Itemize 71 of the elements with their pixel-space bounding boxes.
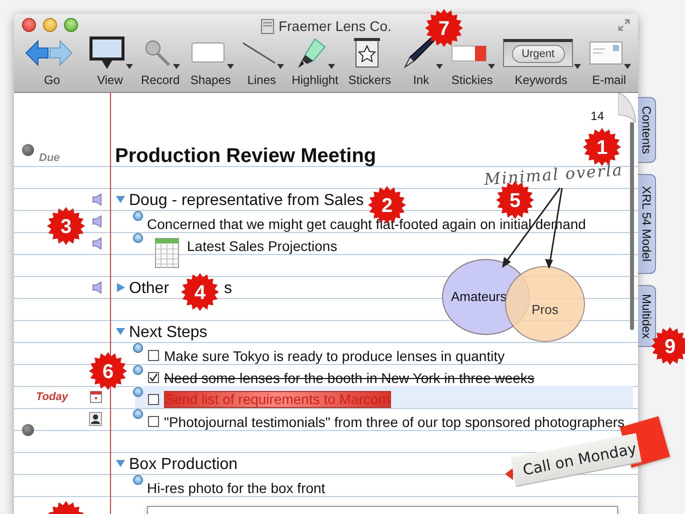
speaker-icon[interactable] <box>92 214 102 228</box>
window-title: Fraemer Lens Co. <box>278 18 392 34</box>
todo-text: "Photojournal testimonials" from three of our top sponsored photographers <box>164 415 625 430</box>
page-title: Production Review Meeting <box>115 146 376 166</box>
line-icon <box>242 42 276 64</box>
note-text: Hi-res photo for the box front <box>147 481 326 496</box>
numbered-callout: 6 <box>88 351 128 391</box>
section-heading: Other <box>129 280 170 298</box>
monitor-icon <box>89 36 125 70</box>
close-button[interactable] <box>22 18 36 32</box>
heading-fragment: s <box>224 280 232 298</box>
bullet-icon <box>133 343 143 353</box>
arrows-icon <box>25 38 73 68</box>
bullet-icon <box>133 387 143 397</box>
page-curl-icon[interactable] <box>618 93 636 123</box>
zoom-button[interactable] <box>64 18 78 32</box>
sticky-note-icon <box>451 43 488 63</box>
keywords-button[interactable]: Urgent Keywords <box>498 35 584 87</box>
highlight-button[interactable]: Highlight <box>286 35 344 87</box>
speaker-icon[interactable] <box>92 236 102 250</box>
scrollbar-thumb[interactable] <box>630 122 634 330</box>
todo-text: Need some lenses for the booth in New York in three weeks <box>164 371 534 386</box>
due-label: Today <box>36 391 68 403</box>
rectangle-icon <box>190 41 226 65</box>
numbered-callout: 3 <box>46 206 86 246</box>
view-button[interactable]: View <box>84 35 136 87</box>
numbered-callout: 9 <box>650 326 685 366</box>
envelope-icon <box>589 41 624 65</box>
speaker-icon[interactable] <box>92 280 102 294</box>
due-label: Due <box>39 152 60 164</box>
numbered-callout: 7 <box>424 8 464 48</box>
starburst-icon <box>46 500 86 514</box>
section-heading: Doug - representative from Sales <box>129 192 364 210</box>
record-button[interactable]: Record <box>136 35 185 87</box>
page-number: 14 <box>590 109 604 123</box>
checkbox[interactable] <box>148 372 159 383</box>
bullet-icon <box>133 365 143 375</box>
marker-icon <box>297 37 328 69</box>
spreadsheet-icon[interactable] <box>155 238 179 268</box>
document-icon <box>260 18 274 34</box>
pen-icon <box>401 36 436 70</box>
keyword-tag: Urgent <box>512 45 565 63</box>
email-button[interactable]: E-mail <box>584 35 634 87</box>
side-tab[interactable]: Contents <box>638 97 656 163</box>
todo-text: Make sure Tokyo is ready to produce lenses in quantity <box>164 349 505 364</box>
attachment-name: Latest Sales Projections <box>187 239 338 254</box>
section-heading: Next Steps <box>129 324 208 342</box>
shapes-button[interactable]: Shapes <box>184 35 237 87</box>
bullet-icon <box>133 211 143 221</box>
calendar-icon <box>90 391 102 403</box>
lines-button[interactable]: Lines <box>236 35 287 87</box>
side-tab[interactable]: Multidex <box>638 285 656 347</box>
checkbox[interactable] <box>148 350 159 361</box>
star-sticker-icon <box>352 37 381 69</box>
minimize-button[interactable] <box>43 18 57 32</box>
stickers-button[interactable]: Stickers <box>343 35 396 87</box>
checkbox[interactable] <box>148 416 159 427</box>
fullscreen-icon[interactable] <box>618 19 630 31</box>
bullet-icon <box>133 409 143 419</box>
go-button[interactable]: Go <box>20 35 84 87</box>
checkbox[interactable] <box>148 394 159 405</box>
collapsed-triangle-icon[interactable] <box>116 283 125 292</box>
numbered-callout: 4 <box>180 272 220 312</box>
expanded-triangle-icon[interactable] <box>116 459 125 468</box>
section-heading: Box Production <box>129 456 238 474</box>
expanded-triangle-icon[interactable] <box>116 327 125 336</box>
speaker-icon[interactable] <box>92 192 102 206</box>
bullet-icon <box>133 233 143 243</box>
side-tab[interactable]: XRL 54 Model <box>638 174 656 274</box>
expanded-triangle-icon[interactable] <box>116 195 125 204</box>
bullet-icon <box>133 475 143 485</box>
